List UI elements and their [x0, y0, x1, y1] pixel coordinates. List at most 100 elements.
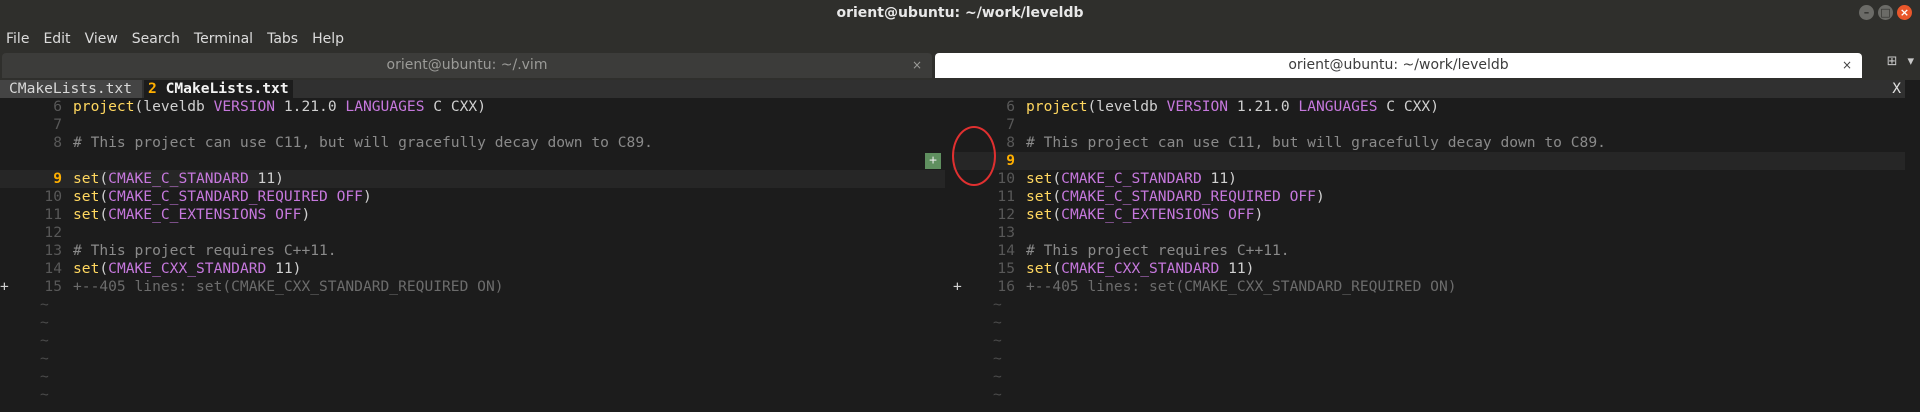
sign-column: +	[0, 278, 9, 295]
menu-terminal[interactable]: Terminal	[194, 31, 253, 47]
code-token: CMAKE_CXX_STANDARD	[108, 260, 267, 277]
menu-edit[interactable]: Edit	[43, 31, 70, 47]
code-line[interactable]: 6 project(leveldb VERSION 1.21.0 LANGUAGE…	[953, 98, 1905, 116]
code-token: 11)	[248, 170, 284, 187]
close-icon[interactable]: ×	[1897, 5, 1912, 20]
code-text: +--405 lines: set(CMAKE_CXX_STANDARD_REQ…	[1026, 278, 1457, 296]
new-tab-icon[interactable]: ⊞	[1887, 54, 1898, 69]
chevron-down-icon[interactable]: ▾	[1907, 54, 1914, 69]
code-token: (	[1052, 170, 1062, 187]
code-token: (	[1052, 206, 1062, 223]
code-text: # This project can use C11, but will gra…	[73, 134, 653, 152]
code-line[interactable]: ----------------------------------------…	[0, 152, 945, 170]
code-token: LANGUAGES	[345, 98, 425, 115]
code-text: # This project requires C++11.	[73, 242, 337, 260]
tilde-marker: ~	[40, 296, 49, 313]
code-line[interactable]: 12 set(CMAKE_C_EXTENSIONS OFF)	[953, 206, 1905, 224]
code-line[interactable]: 11 set(CMAKE_C_STANDARD_REQUIRED OFF)	[953, 188, 1905, 206]
code-line[interactable]: 8 # This project can use C11, but will gr…	[0, 134, 945, 152]
line-number: 8	[53, 134, 62, 151]
code-token: OFF	[336, 188, 363, 205]
code-line[interactable]: 13	[953, 224, 1905, 242]
tilde-marker: ~	[993, 332, 1002, 349]
tilde-marker: ~	[993, 296, 1002, 313]
vim-tab-window-count: 2	[148, 80, 157, 97]
menu-search[interactable]: Search	[132, 31, 180, 47]
vim-editor[interactable]: CMakeLists.txt 2 CMakeLists.txt X 6 proje…	[0, 80, 1905, 412]
code-token: CMAKE_C_STANDARD_REQUIRED	[108, 188, 328, 205]
menu-file[interactable]: File	[6, 31, 29, 47]
code-token: OFF	[1228, 206, 1255, 223]
empty-line-tilde: ~	[0, 332, 945, 350]
diff-pane-right[interactable]: 6 project(leveldb VERSION 1.21.0 LANGUAGE…	[925, 98, 1905, 412]
diff-pane-left[interactable]: 6 project(leveldb VERSION 1.21.0 LANGUAGE…	[0, 98, 945, 412]
code-line[interactable]: 9 set(CMAKE_C_STANDARD 11)	[0, 170, 945, 188]
line-number: 7	[53, 116, 62, 133]
empty-line-tilde: ~	[0, 314, 945, 332]
minimize-icon[interactable]: –	[1859, 5, 1874, 20]
code-line[interactable]: +15 +--405 lines: set(CMAKE_CXX_STANDARD_…	[0, 278, 945, 296]
code-token: (leveldb	[1087, 98, 1167, 115]
code-line[interactable]: 9 +	[925, 152, 1905, 170]
code-token: C CXX)	[1377, 98, 1439, 115]
code-token: (	[99, 206, 109, 223]
code-text: set(CMAKE_C_STANDARD 11)	[73, 170, 284, 188]
code-token: (leveldb	[134, 98, 214, 115]
code-line[interactable]: 7	[953, 116, 1905, 134]
code-token: VERSION	[213, 98, 276, 115]
code-token: set	[73, 260, 100, 277]
code-token: CMAKE_C_STANDARD_REQUIRED	[1061, 188, 1281, 205]
tilde-marker: ~	[40, 368, 49, 385]
line-number: 15	[997, 260, 1015, 277]
code-text: set(CMAKE_C_STANDARD_REQUIRED OFF)	[73, 188, 372, 206]
menu-tabs[interactable]: Tabs	[267, 31, 298, 47]
vim-tab-label: CMakeLists.txt	[165, 80, 289, 97]
code-line[interactable]: 11 set(CMAKE_C_EXTENSIONS OFF)	[0, 206, 945, 224]
code-line[interactable]: 13 # This project requires C++11.	[0, 242, 945, 260]
code-line[interactable]: 10 set(CMAKE_C_STANDARD 11)	[953, 170, 1905, 188]
code-line[interactable]: 8 # This project can use C11, but will gr…	[953, 134, 1905, 152]
code-line[interactable]: 12	[0, 224, 945, 242]
code-token: LANGUAGES	[1298, 98, 1378, 115]
code-text: project(leveldb VERSION 1.21.0 LANGUAGES…	[73, 98, 486, 116]
code-line[interactable]: 14 # This project requires C++11.	[953, 242, 1905, 260]
code-token: 11)	[266, 260, 302, 277]
code-text: set(CMAKE_C_EXTENSIONS OFF)	[73, 206, 310, 224]
tilde-marker: ~	[993, 314, 1002, 331]
code-token: CMAKE_C_STANDARD	[1061, 170, 1202, 187]
tab-close-icon[interactable]: ×	[1842, 53, 1852, 78]
vim-tab-1[interactable]: CMakeLists.txt	[0, 80, 143, 98]
code-line[interactable]: +16 +--405 lines: set(CMAKE_CXX_STANDARD_…	[953, 278, 1905, 296]
code-text: set(CMAKE_C_STANDARD_REQUIRED OFF)	[1026, 188, 1325, 206]
code-token: +--405 lines: set(CMAKE_CXX_STANDARD_REQ…	[1026, 278, 1457, 295]
terminal-tab-leveldb[interactable]: orient@ubuntu: ~/work/leveldb ×	[935, 53, 1862, 78]
vim-tab-close-button[interactable]: X	[1892, 80, 1901, 98]
code-line[interactable]: 15 set(CMAKE_CXX_STANDARD 11)	[953, 260, 1905, 278]
code-line[interactable]: 14 set(CMAKE_CXX_STANDARD 11)	[0, 260, 945, 278]
vim-tab-2[interactable]: 2 CMakeLists.txt	[144, 80, 293, 98]
code-token: 1.21.0	[275, 98, 346, 115]
menu-help[interactable]: Help	[312, 31, 344, 47]
code-token: 11)	[1201, 170, 1237, 187]
tab-close-icon[interactable]: ×	[912, 53, 922, 78]
window-controls: – □ ×	[1859, 5, 1912, 20]
code-token: )	[1254, 206, 1264, 223]
line-number: 14	[997, 242, 1015, 259]
code-line[interactable]: 6 project(leveldb VERSION 1.21.0 LANGUAGE…	[0, 98, 945, 116]
menu-view[interactable]: View	[85, 31, 118, 47]
line-number: 9	[53, 170, 62, 187]
code-token: +--405 lines: set(CMAKE_CXX_STANDARD_REQ…	[73, 278, 504, 295]
code-token: set	[1026, 260, 1053, 277]
terminal-tab-vim[interactable]: orient@ubuntu: ~/.vim ×	[2, 53, 932, 78]
line-number: 6	[1006, 98, 1015, 115]
code-line[interactable]: 10 set(CMAKE_C_STANDARD_REQUIRED OFF)	[0, 188, 945, 206]
code-text: set(CMAKE_CXX_STANDARD 11)	[1026, 260, 1254, 278]
code-line[interactable]: 7	[0, 116, 945, 134]
code-token: (	[99, 188, 109, 205]
line-number: 14	[44, 260, 62, 277]
maximize-icon[interactable]: □	[1878, 5, 1893, 20]
vim-tabline: CMakeLists.txt 2 CMakeLists.txt X	[0, 80, 1905, 98]
